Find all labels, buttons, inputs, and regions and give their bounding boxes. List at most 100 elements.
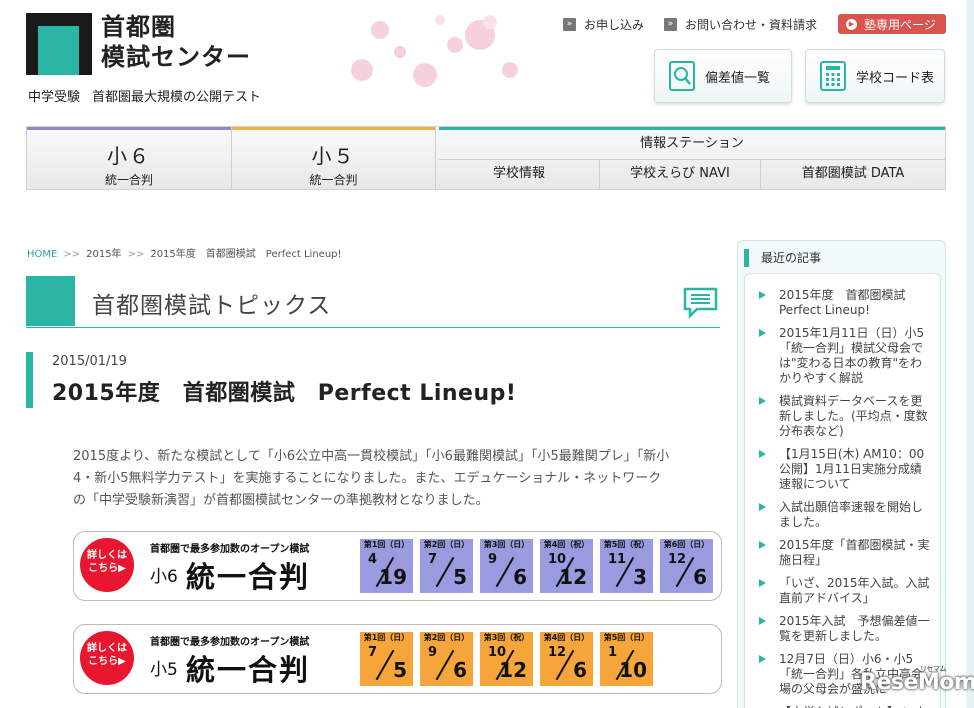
date-month: 12 xyxy=(668,552,687,567)
breadcrumb-sep: >> xyxy=(63,249,81,260)
sidebar-article-2[interactable]: 模試資料データベースを更新しました。(平均点・度数分布表など) xyxy=(759,394,932,439)
date-day: 6 xyxy=(693,565,707,589)
date-round-label: 第3回（祝） xyxy=(483,633,530,642)
sidebar-article-6[interactable]: 「いざ、2015年入試。入試直前アドバイス」 xyxy=(759,576,932,606)
apply-link[interactable]: » お申し込み xyxy=(563,16,644,33)
section-title: 首都圏模試トピックス xyxy=(92,293,332,319)
date-box: 第3回（祝） 10 12 xyxy=(480,632,533,686)
logo-line-1: 首都圏 xyxy=(101,13,176,41)
date-round-label: 第5回（日） xyxy=(603,633,650,642)
sidebar: 最近の記事 2015年度 首都圏模試 Perfect Lineup! 2015年1… xyxy=(737,240,946,708)
nav-school-info[interactable]: 学校情報 xyxy=(439,160,600,189)
date-box: 第4回（祝） 10 12 xyxy=(540,539,593,593)
nav-shutoken-data[interactable]: 首都圏模試 DATA xyxy=(761,160,945,189)
sidebar-article-7[interactable]: 2015年入試 予想偏差値一覧を更新しました。 xyxy=(759,614,932,644)
banner-sub: 首都圏で最多参加数のオープン模試 xyxy=(150,637,310,648)
school-code-button[interactable]: 学校コード表 xyxy=(805,49,945,103)
tagline-1: 中学受験 xyxy=(28,90,81,105)
date-round-label: 第5回（祝） xyxy=(603,540,650,549)
date-month: 9 xyxy=(428,645,438,660)
date-round-label: 第6回（日） xyxy=(663,540,710,549)
tab-grade6[interactable]: 小６ 統一合判 xyxy=(27,127,232,189)
banner-grade5[interactable]: 詳しくは こちら▶ 首都圏で最多参加数のオープン模試 小5 統一合判 第1回（日）… xyxy=(73,624,722,694)
hensachi-label: 偏差値一覧 xyxy=(705,70,771,86)
breadcrumb: HOME >> 2015年 >> 2015年度 首都圏模試 Perfect Lineup… xyxy=(27,245,342,260)
date-day: 5 xyxy=(453,565,467,589)
date-slash xyxy=(495,556,515,588)
info-station-title[interactable]: 情報ステーション xyxy=(439,130,945,160)
sidebar-title: 最近の記事 xyxy=(744,249,821,267)
right-edge xyxy=(966,0,974,708)
date-slash xyxy=(435,649,455,681)
banner-grade6[interactable]: 詳しくは こちら▶ 首都圏で最多参加数のオープン模試 小6 統一合判 第1回（日）… xyxy=(73,531,722,601)
breadcrumb-home[interactable]: HOME xyxy=(27,249,57,260)
article-header: 2015/01/19 2015年度 首都圏模試 Perfect Lineup! xyxy=(26,352,720,408)
date-day: 12 xyxy=(499,658,527,682)
date-box: 第4回（日） 12 6 xyxy=(540,632,593,686)
tagline-2: 首都圏最大規模の公開テスト xyxy=(92,90,262,105)
details-badge[interactable]: 詳しくは こちら▶ xyxy=(80,631,134,685)
sidebar-article-4[interactable]: 入試出願倍率速報を開始しました。 xyxy=(759,500,932,530)
date-round-label: 第4回（日） xyxy=(543,633,590,642)
apply-link-label: お申し込み xyxy=(584,18,645,32)
date-day: 10 xyxy=(619,658,647,682)
juku-page-button[interactable]: ▶ 塾専用ページ xyxy=(838,14,946,34)
tab-grade5-title: 小５ xyxy=(311,144,356,168)
date-month: 7 xyxy=(368,645,378,660)
date-box: 第2回（日） 9 6 xyxy=(420,632,473,686)
sidebar-article-0[interactable]: 2015年度 首都圏模試 Perfect Lineup! xyxy=(759,288,932,318)
juku-page-label: 塾専用ページ xyxy=(864,17,936,32)
magnifier-icon xyxy=(669,61,695,91)
logo-mark[interactable] xyxy=(26,13,92,75)
banner-sub: 首都圏で最多参加数のオープン模試 xyxy=(150,544,310,555)
date-box: 第3回（日） 9 6 xyxy=(480,539,533,593)
date-day: 19 xyxy=(379,565,407,589)
recent-articles-list: 2015年度 首都圏模試 Perfect Lineup! 2015年1月11日（日… xyxy=(744,273,941,708)
date-month: 7 xyxy=(428,552,438,567)
tab-grade6-sub: 統一合判 xyxy=(104,173,153,187)
sakura-decoration-icon xyxy=(351,15,518,87)
date-slash xyxy=(375,649,395,681)
hensachi-button[interactable]: 偏差値一覧 xyxy=(654,49,792,103)
contact-link-label: お問い合わせ・資料請求 xyxy=(685,18,818,32)
article-title: 2015年度 首都圏模試 Perfect Lineup! xyxy=(52,381,517,406)
details-badge[interactable]: 詳しくは こちら▶ xyxy=(80,538,134,592)
date-box: 第5回（日） 1 10 xyxy=(600,632,653,686)
calculator-icon xyxy=(820,61,846,91)
sidebar-article-1[interactable]: 2015年1月11日（日）小5「統一合判」模試父母会では"変わる日本の教育"をわ… xyxy=(759,326,932,386)
contact-link[interactable]: » お問い合わせ・資料請求 xyxy=(664,16,817,33)
breadcrumb-current: 2015年度 首都圏模試 Perfect Lineup! xyxy=(150,249,342,260)
section-header: 首都圏模試トピックス xyxy=(26,276,720,328)
sidebar-article-3[interactable]: 【1月15日(木) AM10：00公開】1月11日実施分成績速報について xyxy=(759,447,932,492)
breadcrumb-sep: >> xyxy=(127,249,145,260)
sidebar-article-5[interactable]: 2015年度「首都圏模試・実施日程」 xyxy=(759,538,932,568)
tab-grade5[interactable]: 小５ 統一合判 xyxy=(232,127,436,189)
article-date: 2015/01/19 xyxy=(52,354,127,369)
logo-line-2: 模試センター xyxy=(101,43,251,71)
date-box: 第1回（日） 7 5 xyxy=(360,632,413,686)
tagline: 中学受験 首都圏最大規模の公開テスト xyxy=(28,86,261,105)
date-round-label: 第2回（日） xyxy=(423,540,470,549)
watermark-small: リセマム xyxy=(920,665,947,673)
date-month: 4 xyxy=(368,552,378,567)
chevron-right-icon: » xyxy=(664,18,677,31)
logo-text[interactable]: 首都圏 模試センター xyxy=(101,12,251,72)
banner-grade: 小6 xyxy=(150,567,178,587)
speech-bubble-icon xyxy=(683,287,718,319)
section-accent xyxy=(26,276,75,326)
date-round-label: 第1回（日） xyxy=(363,633,410,642)
date-day: 6 xyxy=(573,658,587,682)
resemom-watermark: リセマム ReseMom xyxy=(860,665,974,695)
play-icon: ▶ xyxy=(846,18,857,30)
article-body: 2015度より、新たな模試として「小6公立中高一貫校模試」「小6最難関模試」「小… xyxy=(73,449,670,508)
date-slash xyxy=(435,556,455,588)
chevron-right-icon: » xyxy=(563,18,576,31)
info-station: 情報ステーション 学校情報 学校えらび NAVI 首都圏模試 DATA xyxy=(439,127,945,189)
breadcrumb-2015[interactable]: 2015年 xyxy=(86,249,121,260)
date-box: 第1回（日） 4 19 xyxy=(360,539,413,593)
nav-school-navi[interactable]: 学校えらび NAVI xyxy=(600,160,761,189)
banner-main: 統一合判 xyxy=(186,560,311,594)
date-box: 第6回（日） 12 6 xyxy=(660,539,713,593)
date-month: 12 xyxy=(548,645,567,660)
main-nav: 小６ 統一合判 小５ 統一合判 情報ステーション 学校情報 学校えらび NAVI… xyxy=(26,126,946,190)
